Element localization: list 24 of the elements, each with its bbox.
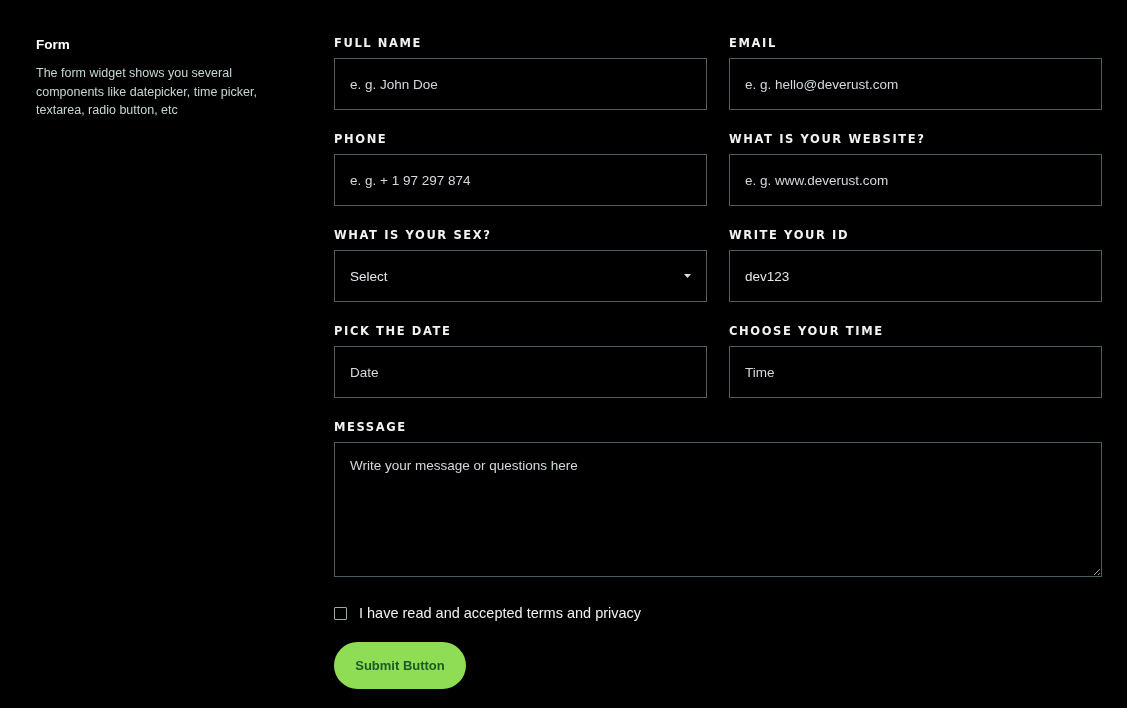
section-title: Form (36, 36, 70, 53)
field-label: PHONE (334, 132, 388, 146)
input-field[interactable]: e. g. John Doe (334, 58, 707, 110)
input-field[interactable]: e. g. + 1 97 297 874 (334, 154, 707, 206)
field-label: FULL NAME (334, 36, 423, 50)
caret-icon (684, 274, 691, 278)
select-field[interactable]: Select (334, 250, 707, 302)
checkbox[interactable] (334, 606, 347, 620)
field-label: WHAT IS YOUR SEX? (334, 228, 492, 242)
section-description: The form widget shows you several components like datepicker, time picker, textarea, radio button, etc (36, 65, 258, 119)
input-field[interactable]: Time (729, 346, 1102, 398)
input-field[interactable]: e. g. hello@deverust.com (729, 58, 1102, 110)
field-label: WHAT IS YOUR WEBSITE? (729, 132, 926, 146)
submit-button[interactable]: Submit Button (334, 642, 466, 689)
field-label: CHOOSE YOUR TIME (729, 324, 884, 338)
input-field[interactable]: dev123 (729, 250, 1102, 302)
checkbox-label: I have read and accepted terms and privacy (359, 605, 642, 621)
field-label: WRITE YOUR ID (729, 228, 850, 242)
field-label: MESSAGE (334, 420, 407, 434)
field-label: PICK THE DATE (334, 324, 452, 338)
message-field[interactable]: Write your message or questions here (334, 442, 1102, 577)
input-field[interactable]: e. g. www.deverust.com (729, 154, 1102, 206)
input-field[interactable]: Date (334, 346, 707, 398)
field-label: EMAIL (729, 36, 777, 50)
